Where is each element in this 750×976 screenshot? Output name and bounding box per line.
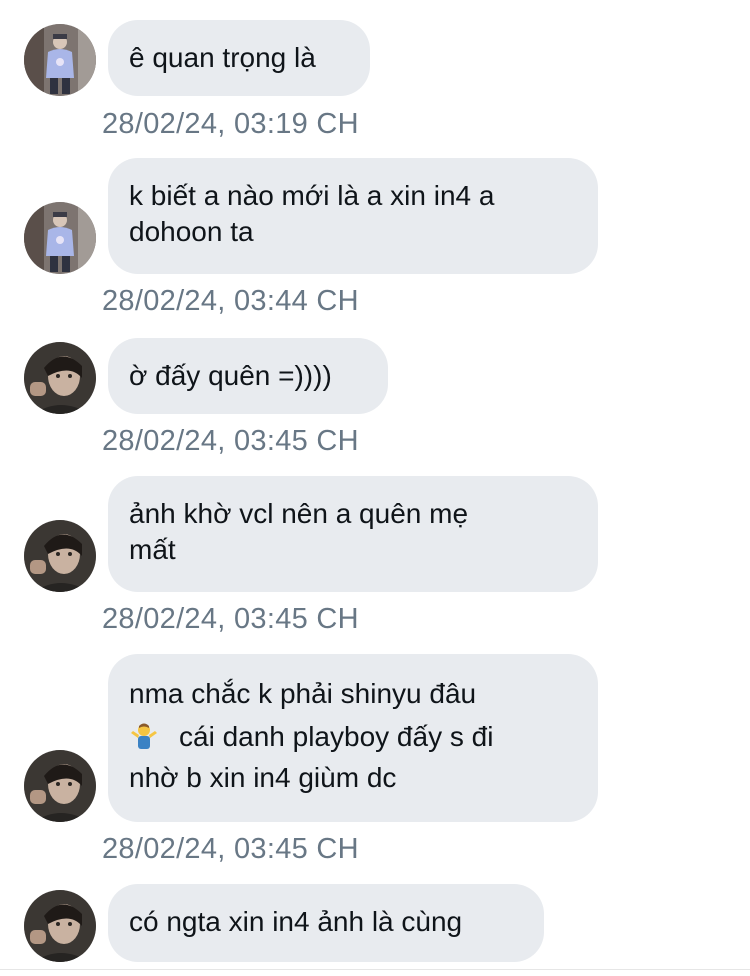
avatar-person-b-image	[24, 890, 96, 962]
avatar[interactable]	[24, 520, 96, 592]
message-text: dohoon ta	[129, 216, 254, 247]
avatar[interactable]	[24, 202, 96, 274]
message-timestamp: 28/02/24, 03:45 CH	[102, 833, 359, 865]
avatar[interactable]	[24, 750, 96, 822]
message-text: ê quan trọng là	[129, 42, 316, 73]
message-text: nma chắc k phải shinyu đâu	[129, 678, 477, 709]
message-text: k biết a nào mới là a xin in4 a	[129, 180, 495, 211]
message-timestamp: 28/02/24, 03:45 CH	[102, 425, 359, 457]
message-text: ờ đấy quên =))))	[129, 360, 332, 391]
message-bubble[interactable]: ảnh khờ vcl nên a quên mẹ mất	[108, 476, 598, 592]
message-text-with-emoji: cái danh playboy đấy s đi	[129, 714, 574, 760]
person-shrugging-icon	[131, 723, 157, 749]
message-text: có ngta xin in4 ảnh là cùng	[129, 906, 463, 937]
avatar-person-b-image	[24, 520, 96, 592]
message-bubble[interactable]: ờ đấy quên =))))	[108, 338, 388, 414]
message-timestamp: 28/02/24, 03:45 CH	[102, 603, 359, 635]
message-bubble[interactable]: có ngta xin in4 ảnh là cùng	[108, 884, 544, 962]
message-timestamp: 28/02/24, 03:19 CH	[102, 108, 359, 140]
avatar-person-a-image	[24, 202, 96, 274]
message-text: nhờ b xin in4 giùm dc	[129, 762, 397, 793]
avatar-person-b-image	[24, 750, 96, 822]
message-bubble[interactable]: k biết a nào mới là a xin in4 a dohoon t…	[108, 158, 598, 274]
message-timestamp: 28/02/24, 03:44 CH	[102, 285, 359, 317]
message-text: mất	[129, 534, 176, 565]
avatar[interactable]	[24, 342, 96, 414]
message-bubble[interactable]: ê quan trọng là	[108, 20, 370, 96]
message-text: ảnh khờ vcl nên a quên mẹ	[129, 498, 469, 529]
avatar-person-a-image	[24, 24, 96, 96]
divider	[0, 969, 750, 970]
avatar-person-b-image	[24, 342, 96, 414]
avatar[interactable]	[24, 890, 96, 962]
message-bubble[interactable]: nma chắc k phải shinyu đâu cái danh play…	[108, 654, 598, 822]
avatar[interactable]	[24, 24, 96, 96]
message-text: cái danh playboy đấy s đi	[179, 721, 494, 752]
